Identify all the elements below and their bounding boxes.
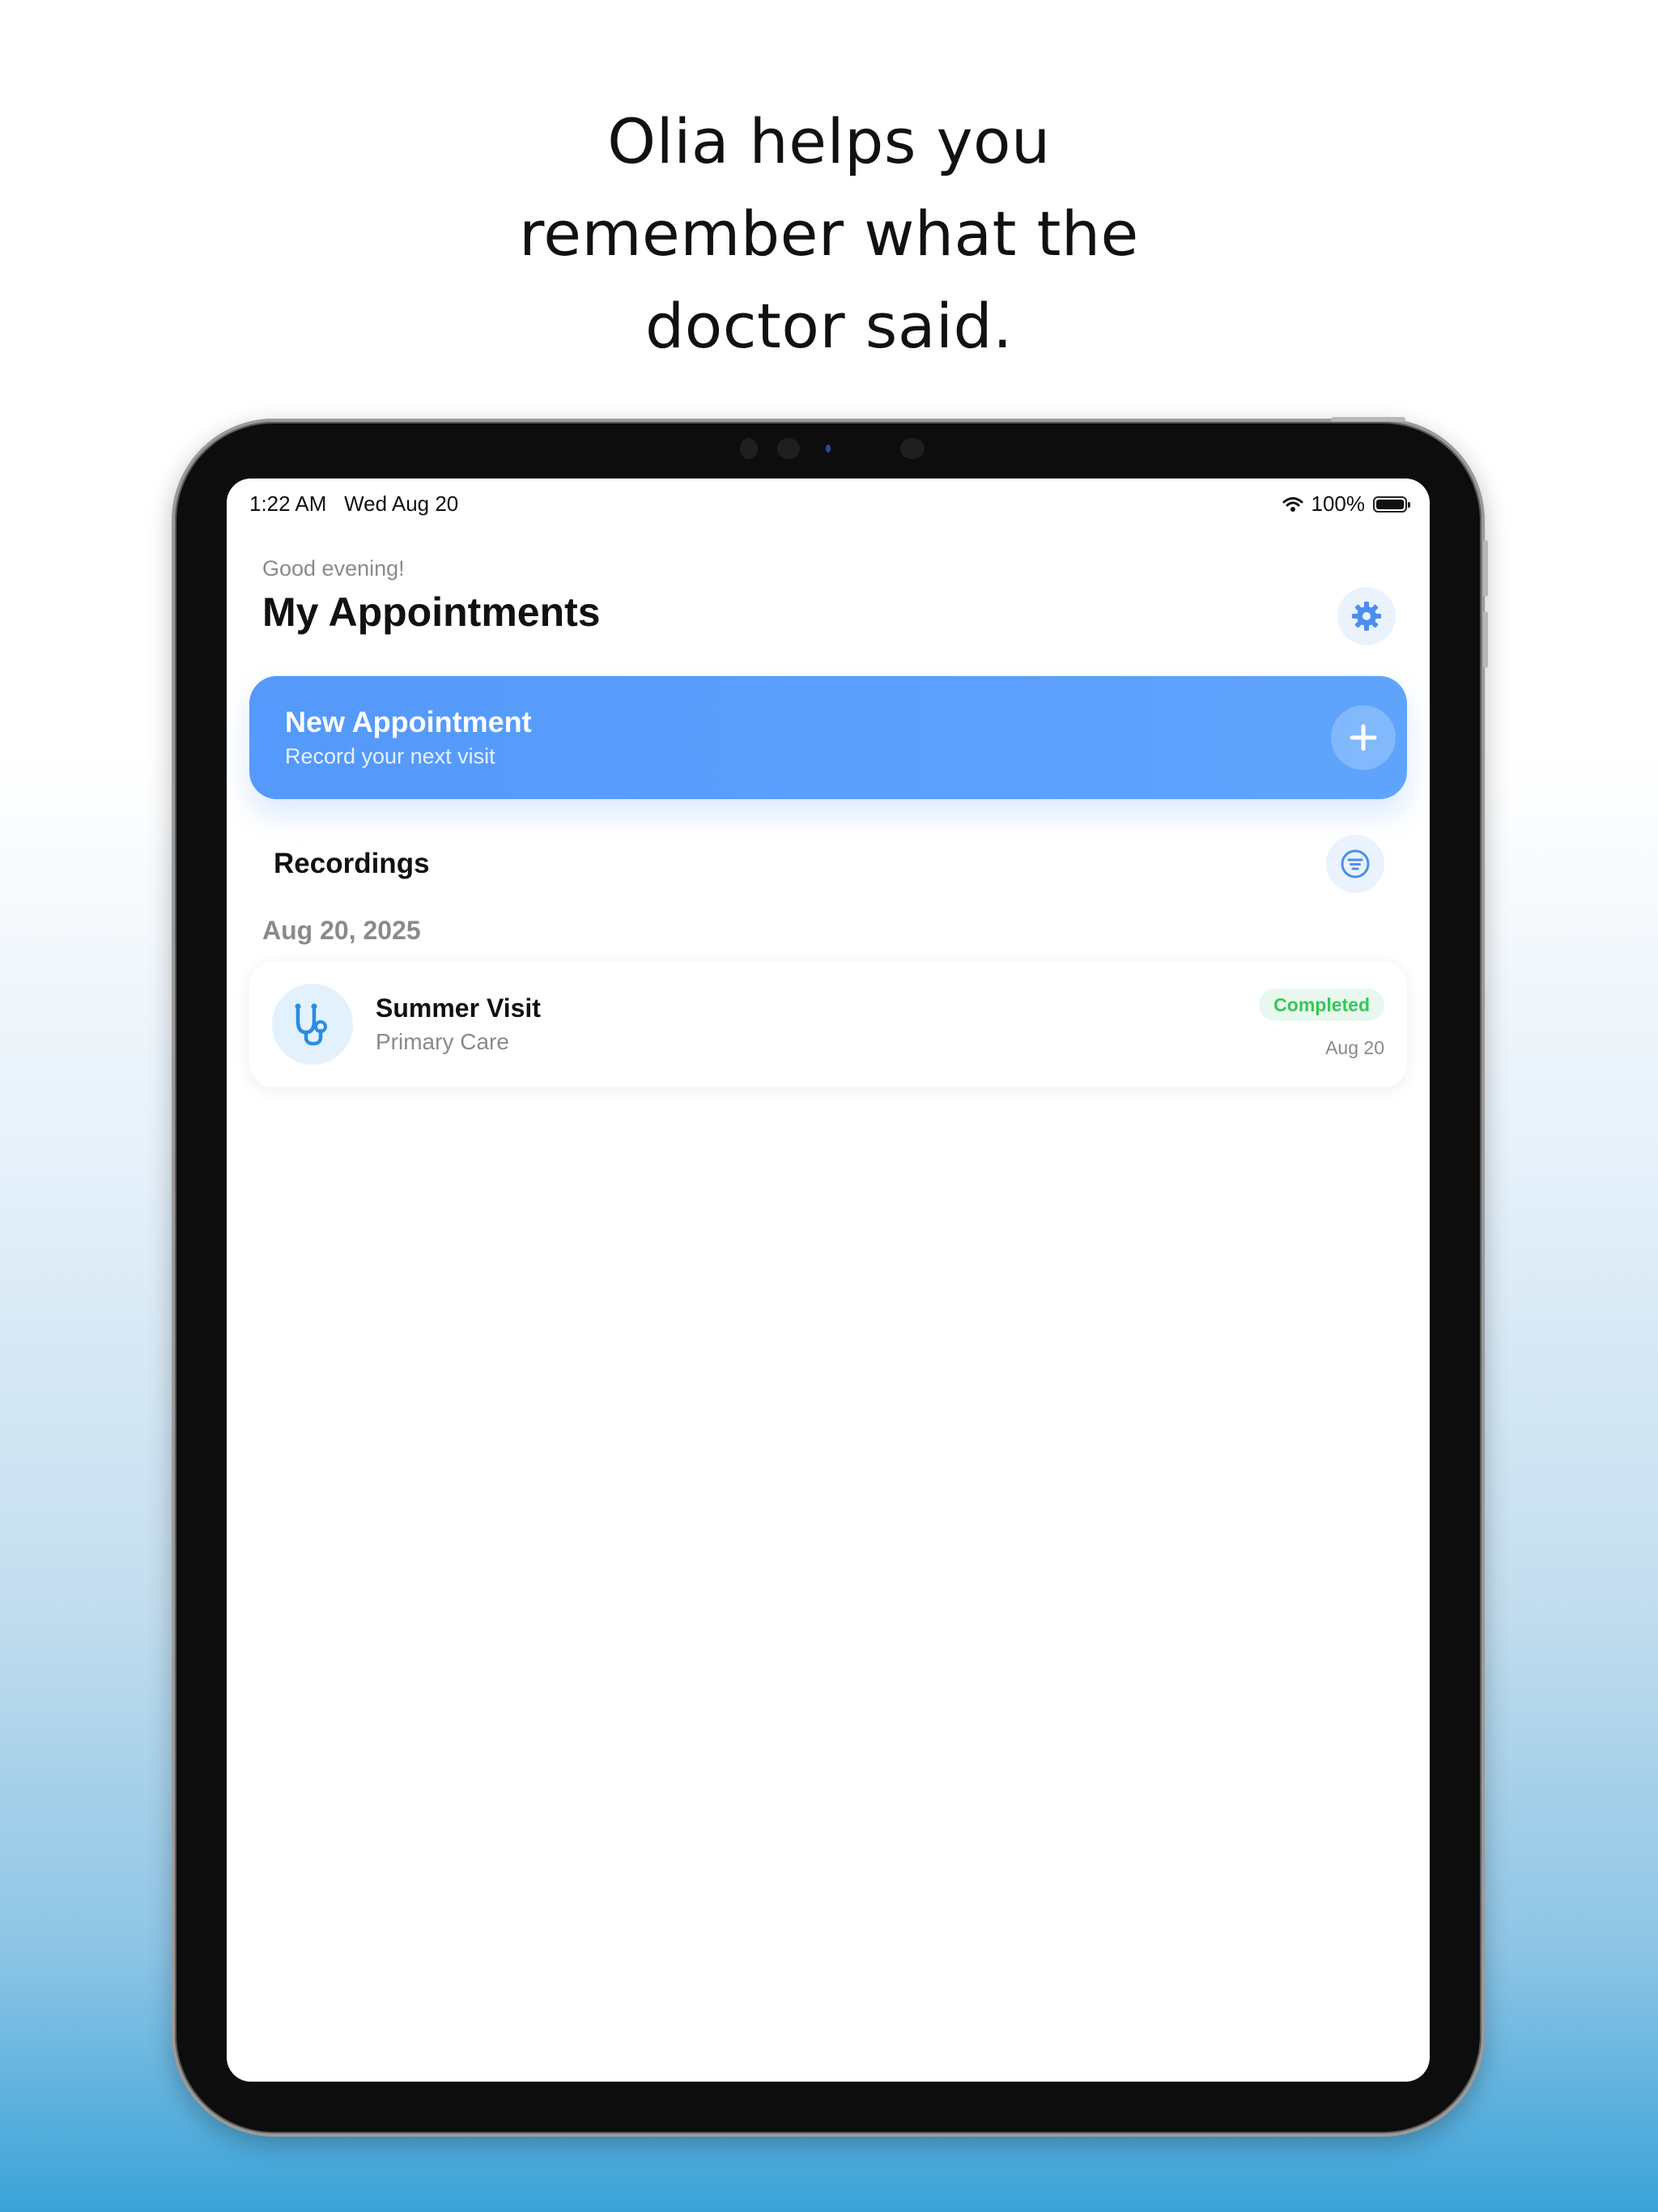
new-appointment-button[interactable]: New Appointment Record your next visit bbox=[249, 676, 1407, 799]
sensor-dot bbox=[740, 438, 758, 459]
status-date: Wed Aug 20 bbox=[344, 491, 459, 516]
settings-button[interactable] bbox=[1337, 587, 1396, 645]
recordings-date-header: Aug 20, 2025 bbox=[262, 916, 421, 945]
sensor-light bbox=[826, 445, 831, 453]
status-indicators: 100% bbox=[1282, 491, 1410, 517]
recording-date: Aug 20 bbox=[1325, 1037, 1384, 1058]
tablet-frame: 1:22 AM Wed Aug 20 100% Good evening! My… bbox=[172, 417, 1488, 2137]
status-time-date: 1:22 AM Wed Aug 20 bbox=[249, 491, 458, 517]
tablet-top-button bbox=[1331, 417, 1405, 422]
app-screen: 1:22 AM Wed Aug 20 100% Good evening! My… bbox=[227, 479, 1430, 2082]
status-bar: 1:22 AM Wed Aug 20 100% bbox=[249, 491, 1410, 519]
headline-line-2: remember what the bbox=[519, 198, 1139, 270]
status-badge: Completed bbox=[1259, 989, 1384, 1021]
headline-line-1: Olia helps you bbox=[607, 105, 1051, 177]
sensor-dot bbox=[777, 438, 800, 459]
tablet-volume-down-button bbox=[1483, 611, 1488, 668]
new-appointment-title: New Appointment bbox=[285, 705, 532, 738]
wifi-icon bbox=[1282, 496, 1303, 512]
filter-button[interactable] bbox=[1326, 835, 1384, 893]
recording-title: Summer Visit bbox=[376, 993, 541, 1023]
filter-icon bbox=[1341, 849, 1370, 878]
battery-icon bbox=[1373, 496, 1410, 513]
stethoscope-icon bbox=[295, 1003, 327, 1046]
tablet-volume-up-button bbox=[1483, 540, 1488, 597]
gear-icon bbox=[1352, 602, 1381, 631]
new-appointment-subtitle: Record your next visit bbox=[285, 744, 495, 768]
headline-line-3: doctor said. bbox=[645, 290, 1013, 362]
battery-percent: 100% bbox=[1311, 491, 1366, 516]
marketing-headline: Olia helps you remember what the doctor … bbox=[0, 96, 1658, 372]
greeting-text: Good evening! bbox=[262, 556, 405, 581]
add-appointment-button[interactable] bbox=[1331, 705, 1396, 770]
front-camera bbox=[900, 438, 925, 459]
recording-card[interactable]: Summer Visit Primary Care Completed Aug … bbox=[249, 961, 1407, 1087]
plus-icon bbox=[1350, 724, 1377, 751]
recordings-heading: Recordings bbox=[274, 848, 430, 879]
visit-avatar bbox=[272, 984, 353, 1065]
status-time: 1:22 AM bbox=[249, 491, 327, 516]
page-title: My Appointments bbox=[262, 589, 601, 635]
recording-category: Primary Care bbox=[376, 1029, 509, 1054]
